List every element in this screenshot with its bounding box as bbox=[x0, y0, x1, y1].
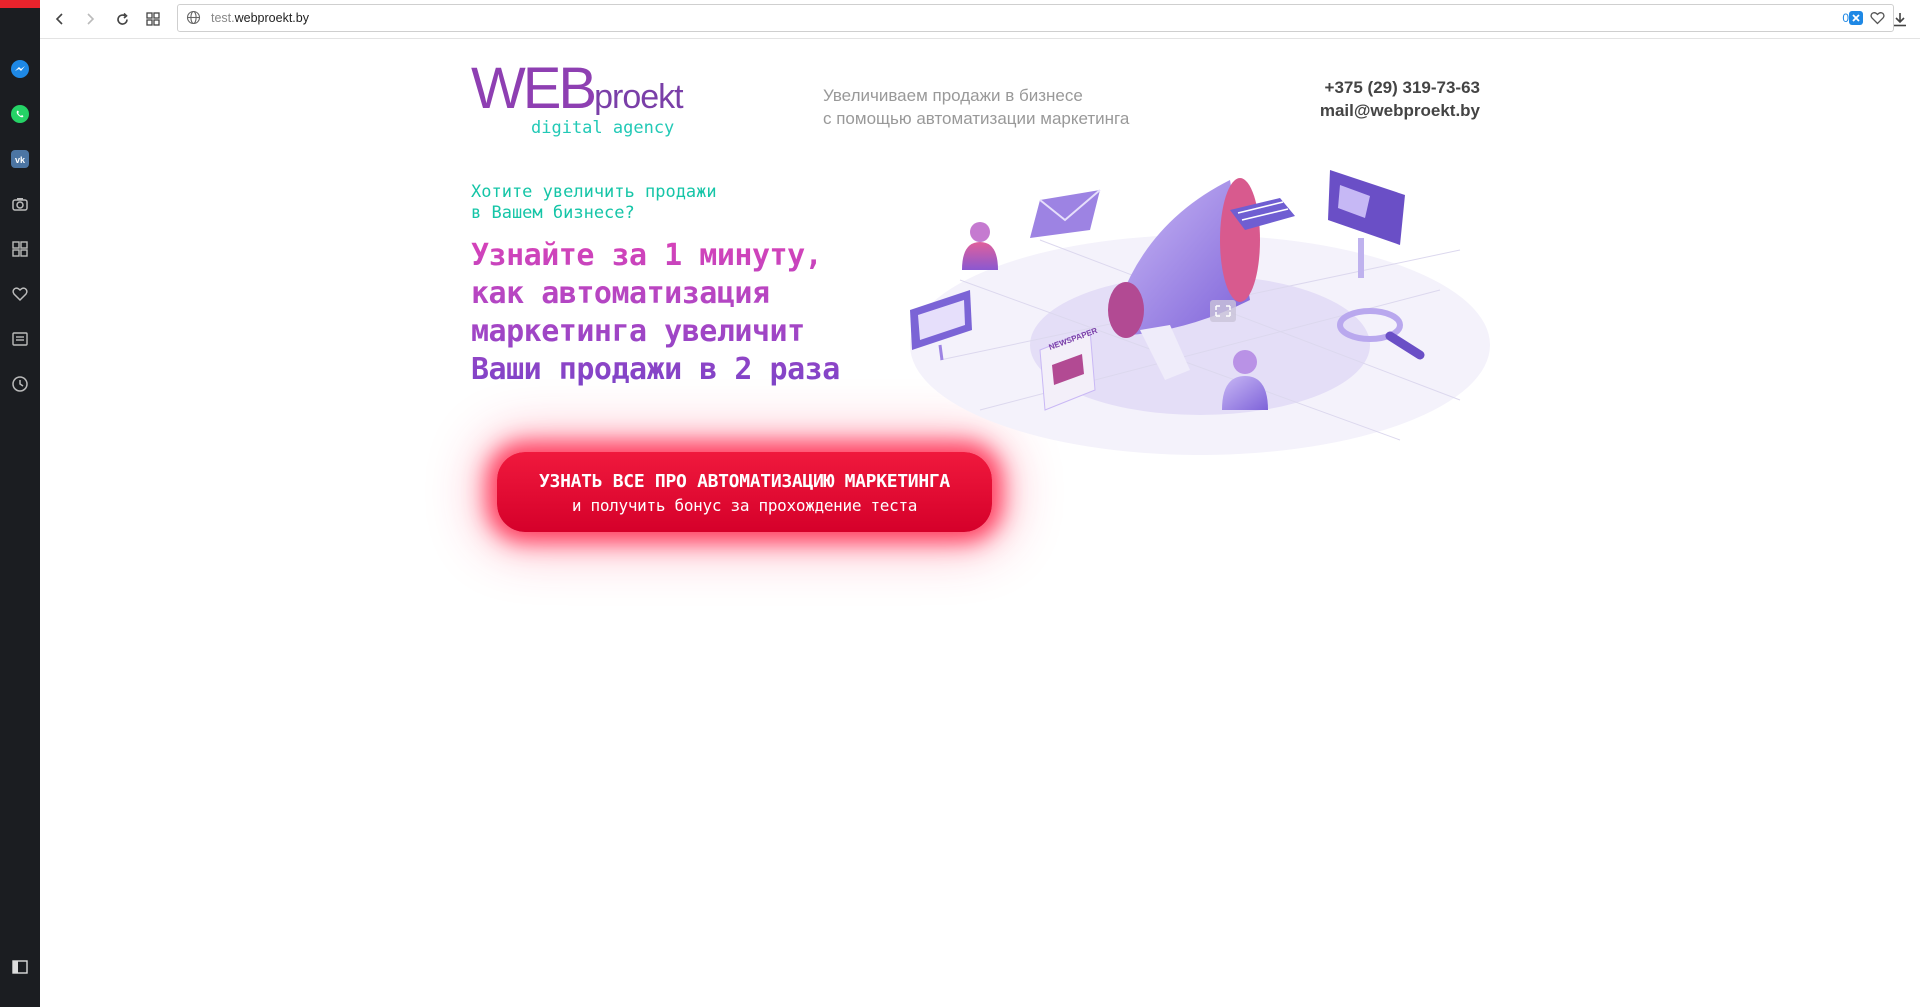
camera-icon[interactable] bbox=[8, 192, 32, 216]
phone-link[interactable]: +375 (29) 319-73-63 bbox=[1320, 76, 1480, 99]
headline-line-4: Ваши продажи в 2 раза bbox=[471, 352, 840, 387]
tagline-line-2: с помощью автоматизации маркетинга bbox=[823, 109, 1130, 128]
headline-line-3: маркетинга увеличит bbox=[471, 314, 805, 349]
globe-icon bbox=[186, 10, 201, 30]
marketing-illustration: NEWSPAPER bbox=[910, 170, 1490, 455]
speed-dial-button[interactable] bbox=[141, 7, 165, 31]
vk-icon[interactable]: vk bbox=[8, 147, 32, 171]
header-tagline: Увеличиваем продажи в бизнесе с помощью … bbox=[823, 84, 1129, 130]
reload-button[interactable] bbox=[110, 7, 134, 31]
url-text[interactable]: test.webproekt.by bbox=[211, 11, 309, 25]
back-button[interactable] bbox=[48, 7, 72, 31]
forward-button[interactable] bbox=[78, 7, 102, 31]
browser-toolbar: test.webproekt.by 0 bbox=[40, 0, 1920, 39]
downloads-button[interactable] bbox=[1888, 7, 1912, 31]
webproekt-logo[interactable]: WEBproekt digital agency bbox=[471, 60, 684, 139]
person-icon-left bbox=[962, 222, 998, 270]
headline-line-1: Узнайте за 1 минуту, bbox=[471, 238, 823, 273]
tracker-count: 0 bbox=[1842, 11, 1849, 25]
logo-web-text: WEB bbox=[471, 56, 597, 121]
fullscreen-overlay-icon[interactable] bbox=[1210, 300, 1236, 322]
question-line-1: Хотите увеличить продажи bbox=[471, 182, 717, 202]
address-bar[interactable]: test.webproekt.by 0 bbox=[177, 4, 1894, 32]
svg-text:vk: vk bbox=[15, 155, 26, 165]
tracker-blocker-icon[interactable] bbox=[1849, 11, 1863, 30]
history-icon[interactable] bbox=[8, 372, 32, 396]
email-link[interactable]: mail@webproekt.by bbox=[1320, 99, 1480, 122]
bookmark-heart-icon[interactable] bbox=[1870, 11, 1885, 30]
hero-question: Хотите увеличить продажи в Вашем бизнесе… bbox=[471, 182, 717, 224]
news-icon[interactable] bbox=[8, 327, 32, 351]
logo-proekt-text: proekt bbox=[594, 78, 683, 116]
opera-accent-bar bbox=[0, 0, 40, 8]
header-contacts: +375 (29) 319-73-63 mail@webproekt.by bbox=[1320, 76, 1480, 122]
logo-agency-text: digital agency bbox=[531, 118, 675, 138]
messenger-icon[interactable] bbox=[8, 57, 32, 81]
hero-headline: Узнайте за 1 минуту, как автоматизация м… bbox=[471, 237, 840, 389]
whatsapp-icon[interactable] bbox=[8, 102, 32, 126]
headline-line-2: как автоматизация bbox=[471, 276, 770, 311]
question-line-2: в Вашем бизнесе? bbox=[471, 203, 635, 223]
browser-sidebar: vk bbox=[0, 0, 40, 1007]
grid-icon[interactable] bbox=[8, 237, 32, 261]
heart-icon[interactable] bbox=[8, 282, 32, 306]
tagline-line-1: Увеличиваем продажи в бизнесе bbox=[823, 86, 1083, 105]
envelope-icon bbox=[1030, 189, 1101, 238]
sidebar-toggle-icon[interactable] bbox=[8, 955, 32, 979]
